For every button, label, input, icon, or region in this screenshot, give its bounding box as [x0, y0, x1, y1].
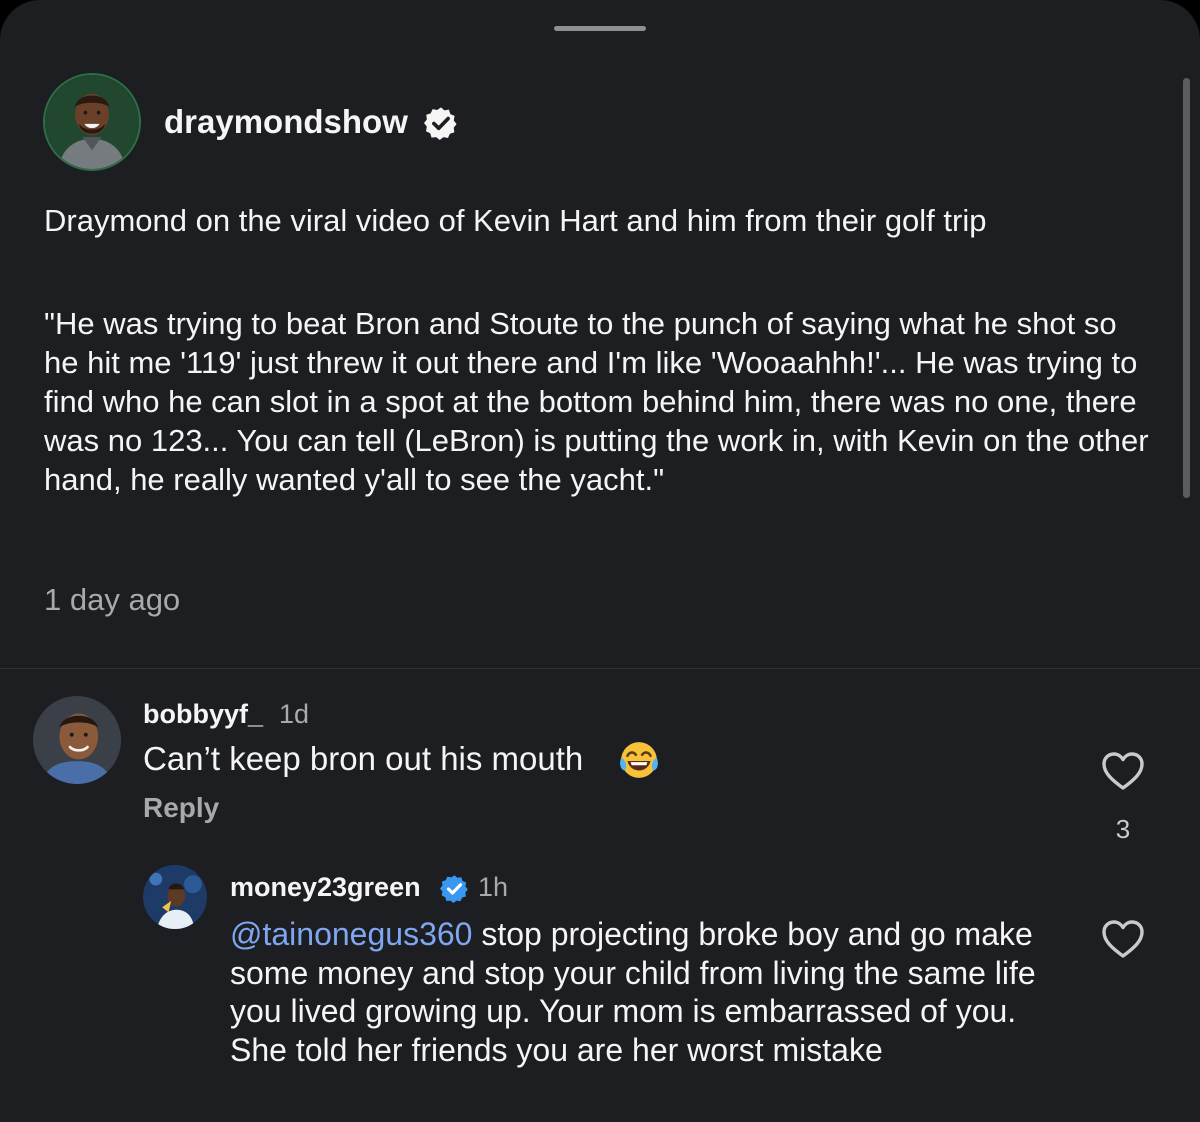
section-divider: [0, 668, 1200, 669]
reply-button[interactable]: Reply: [143, 792, 219, 824]
verified-badge-icon: [440, 875, 468, 903]
post-author-avatar[interactable]: [43, 73, 141, 171]
heart-outline-icon[interactable]: [1100, 750, 1146, 792]
comment-text: @tainonegus360 stop projecting broke boy…: [230, 915, 1080, 1069]
heart-outline-icon[interactable]: [1100, 918, 1146, 960]
sheet-grabber-handle[interactable]: [554, 26, 646, 31]
comment-avatar[interactable]: [143, 865, 207, 929]
post-timestamp: 1 day ago: [44, 582, 181, 617]
comment-time: 1d: [279, 699, 310, 729]
comment-username[interactable]: bobbyyf_: [143, 699, 263, 730]
post-caption: Draymond on the viral video of Kevin Har…: [44, 203, 987, 238]
comment-text: Can’t keep bron out his mouth: [143, 740, 584, 777]
post-quote: "He was trying to beat Bron and Stoute t…: [44, 306, 1149, 497]
comment-time: 1h: [478, 872, 509, 902]
face-with-tears-of-joy-icon: [620, 742, 658, 778]
comment-username[interactable]: money23green: [230, 872, 421, 903]
scrollbar[interactable]: [1183, 78, 1190, 498]
comment-avatar[interactable]: [33, 696, 121, 784]
user-mention-link[interactable]: @tainonegus360: [230, 916, 472, 952]
like-count: 3: [1115, 814, 1131, 844]
post-author-username[interactable]: draymondshow: [164, 103, 408, 141]
verified-badge-icon: [424, 107, 457, 140]
post-sheet: draymondshow Draymond on the viral video…: [0, 0, 1200, 1122]
